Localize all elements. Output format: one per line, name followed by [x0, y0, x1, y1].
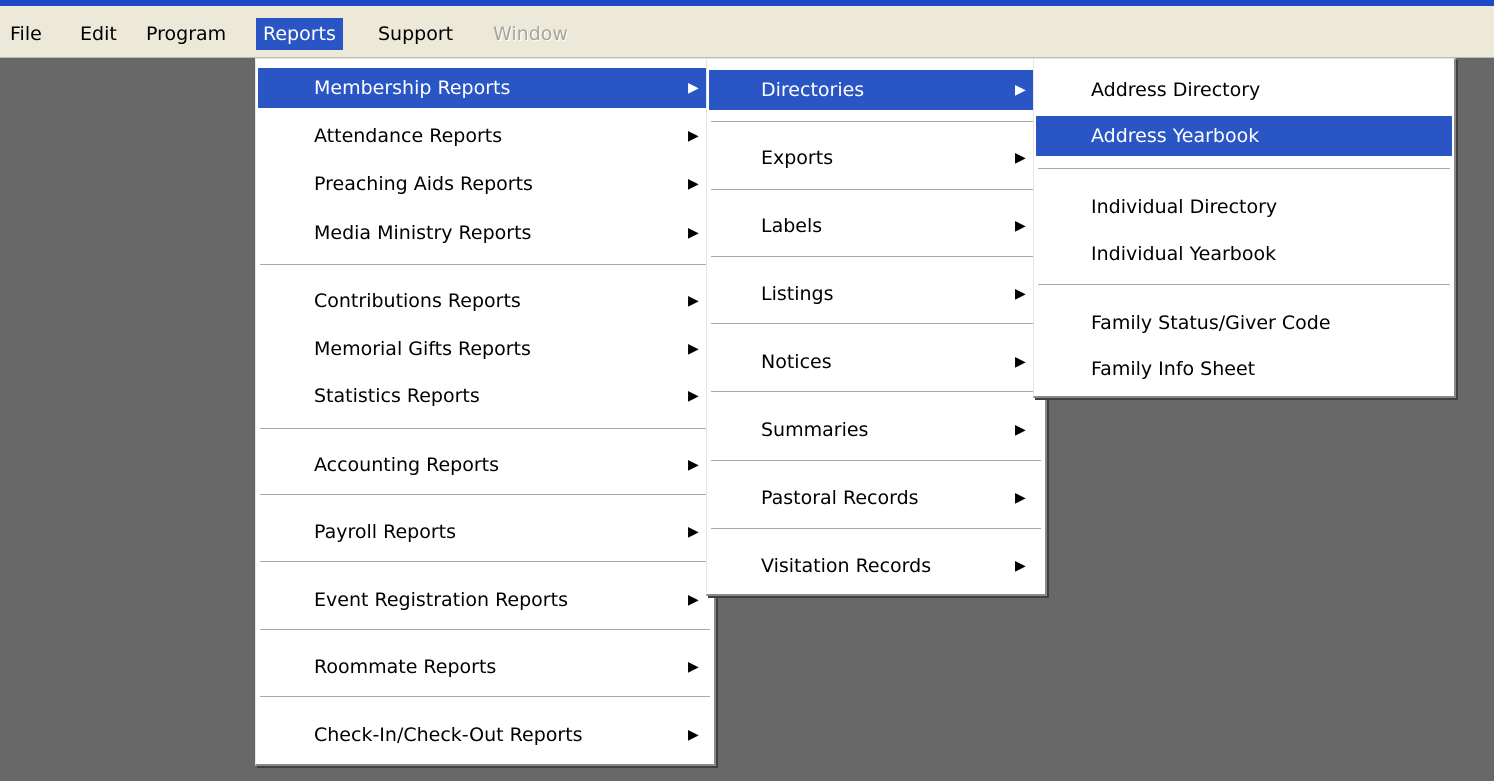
menu-item-visitation-records[interactable]: Visitation Records ▶: [709, 546, 1043, 586]
menu-item-label: Memorial Gifts Reports: [314, 338, 531, 360]
menu-bar: File Edit Program Reports Support Window: [0, 6, 1494, 58]
menu-separator: [711, 189, 1041, 191]
submenu-arrow-icon: ▶: [688, 388, 699, 404]
menu-item-summaries[interactable]: Summaries ▶: [709, 410, 1043, 450]
menu-separator: [260, 696, 710, 698]
menu-item-label: Directories: [761, 79, 865, 101]
menu-separator: [260, 561, 710, 563]
menu-item-label: Address Yearbook: [1091, 125, 1260, 147]
submenu-arrow-icon: ▶: [688, 80, 699, 96]
submenu-arrow-icon: ▶: [1015, 286, 1026, 302]
menu-item-label: Exports: [761, 147, 834, 169]
menu-item-accounting-reports[interactable]: Accounting Reports ▶: [258, 445, 712, 485]
menu-item-statistics-reports[interactable]: Statistics Reports ▶: [258, 376, 712, 416]
menu-item-label: Event Registration Reports: [314, 589, 568, 611]
reports-menu: Membership Reports ▶ Attendance Reports …: [255, 58, 716, 766]
submenu-arrow-icon: ▶: [1015, 218, 1026, 234]
menu-separator: [711, 391, 1041, 393]
menu-item-label: Family Info Sheet: [1091, 358, 1256, 380]
menu-item-membership-reports[interactable]: Membership Reports ▶: [258, 68, 712, 108]
menu-item-label: Statistics Reports: [314, 385, 480, 407]
menu-separator: [260, 428, 710, 430]
menu-item-labels[interactable]: Labels ▶: [709, 206, 1043, 246]
menu-item-event-registration-reports[interactable]: Event Registration Reports ▶: [258, 580, 712, 620]
menu-item-attendance-reports[interactable]: Attendance Reports ▶: [258, 116, 712, 156]
menu-item-label: Contributions Reports: [314, 290, 521, 312]
menu-item-exports[interactable]: Exports ▶: [709, 138, 1043, 178]
submenu-arrow-icon: ▶: [1015, 490, 1026, 506]
submenu-arrow-icon: ▶: [688, 341, 699, 357]
menu-item-pastoral-records[interactable]: Pastoral Records ▶: [709, 478, 1043, 518]
submenu-arrow-icon: ▶: [688, 176, 699, 192]
menu-window: Window: [493, 23, 568, 45]
menu-item-label: Address Directory: [1091, 79, 1261, 101]
menu-item-media-ministry-reports[interactable]: Media Ministry Reports ▶: [258, 213, 712, 253]
menu-item-memorial-gifts-reports[interactable]: Memorial Gifts Reports ▶: [258, 329, 712, 369]
menu-program[interactable]: Program: [139, 18, 233, 50]
menu-item-label: Family Status/Giver Code: [1091, 312, 1331, 334]
menu-item-label: Notices: [761, 351, 832, 373]
menu-file[interactable]: File: [3, 18, 49, 50]
submenu-arrow-icon: ▶: [1015, 354, 1026, 370]
menu-item-payroll-reports[interactable]: Payroll Reports ▶: [258, 512, 712, 552]
menu-item-label: Labels: [761, 215, 823, 237]
submenu-arrow-icon: ▶: [688, 524, 699, 540]
submenu-arrow-icon: ▶: [688, 293, 699, 309]
menu-edit[interactable]: Edit: [73, 18, 124, 50]
menu-item-label: Listings: [761, 283, 834, 305]
menu-item-family-status-giver-code[interactable]: Family Status/Giver Code: [1036, 303, 1452, 343]
menu-item-label: Visitation Records: [761, 555, 932, 577]
menu-item-contributions-reports[interactable]: Contributions Reports ▶: [258, 281, 712, 321]
menu-item-label: Payroll Reports: [314, 521, 456, 543]
menu-separator: [260, 264, 710, 266]
menu-item-check-in-check-out-reports[interactable]: Check-In/Check-Out Reports ▶: [258, 715, 712, 755]
menu-separator: [260, 629, 710, 631]
submenu-arrow-icon: ▶: [688, 457, 699, 473]
menu-reports[interactable]: Reports: [256, 18, 343, 50]
menu-item-label: Roommate Reports: [314, 656, 497, 678]
submenu-arrow-icon: ▶: [1015, 150, 1026, 166]
submenu-arrow-icon: ▶: [688, 225, 699, 241]
submenu-arrow-icon: ▶: [688, 128, 699, 144]
menu-item-label: Individual Yearbook: [1091, 243, 1277, 265]
menu-separator: [1038, 168, 1450, 170]
submenu-arrow-icon: ▶: [1015, 422, 1026, 438]
menu-item-individual-directory[interactable]: Individual Directory: [1036, 187, 1452, 227]
menu-item-address-yearbook[interactable]: Address Yearbook: [1036, 116, 1452, 156]
menu-separator: [711, 256, 1041, 258]
submenu-arrow-icon: ▶: [1015, 558, 1026, 574]
directories-submenu: Address Directory Address Yearbook Indiv…: [1033, 58, 1456, 398]
submenu-arrow-icon: ▶: [688, 659, 699, 675]
menu-separator: [711, 460, 1041, 462]
menu-item-family-info-sheet[interactable]: Family Info Sheet: [1036, 349, 1452, 389]
menu-item-label: Summaries: [761, 419, 869, 441]
menu-separator: [711, 323, 1041, 325]
menu-item-label: Individual Directory: [1091, 196, 1278, 218]
menu-item-label: Media Ministry Reports: [314, 222, 532, 244]
menu-separator: [260, 494, 710, 496]
menu-support[interactable]: Support: [371, 18, 460, 50]
menu-item-label: Preaching Aids Reports: [314, 173, 533, 195]
menu-item-address-directory[interactable]: Address Directory: [1036, 70, 1452, 110]
menu-item-label: Check-In/Check-Out Reports: [314, 724, 583, 746]
submenu-arrow-icon: ▶: [688, 592, 699, 608]
menu-item-notices[interactable]: Notices ▶: [709, 342, 1043, 382]
menu-item-label: Membership Reports: [314, 77, 511, 99]
menu-separator: [711, 528, 1041, 530]
menu-item-label: Accounting Reports: [314, 454, 500, 476]
menu-item-label: Attendance Reports: [314, 125, 503, 147]
menu-item-individual-yearbook[interactable]: Individual Yearbook: [1036, 234, 1452, 274]
menu-item-label: Pastoral Records: [761, 487, 919, 509]
submenu-arrow-icon: ▶: [1015, 82, 1026, 98]
menu-separator: [1038, 284, 1450, 286]
submenu-arrow-icon: ▶: [688, 727, 699, 743]
menu-item-preaching-aids-reports[interactable]: Preaching Aids Reports ▶: [258, 164, 712, 204]
menu-separator: [711, 121, 1041, 123]
menu-item-roommate-reports[interactable]: Roommate Reports ▶: [258, 647, 712, 687]
menu-item-directories[interactable]: Directories ▶: [709, 70, 1043, 110]
menu-item-listings[interactable]: Listings ▶: [709, 274, 1043, 314]
membership-reports-submenu: Directories ▶ Exports ▶ Labels ▶ Listing…: [706, 58, 1047, 596]
